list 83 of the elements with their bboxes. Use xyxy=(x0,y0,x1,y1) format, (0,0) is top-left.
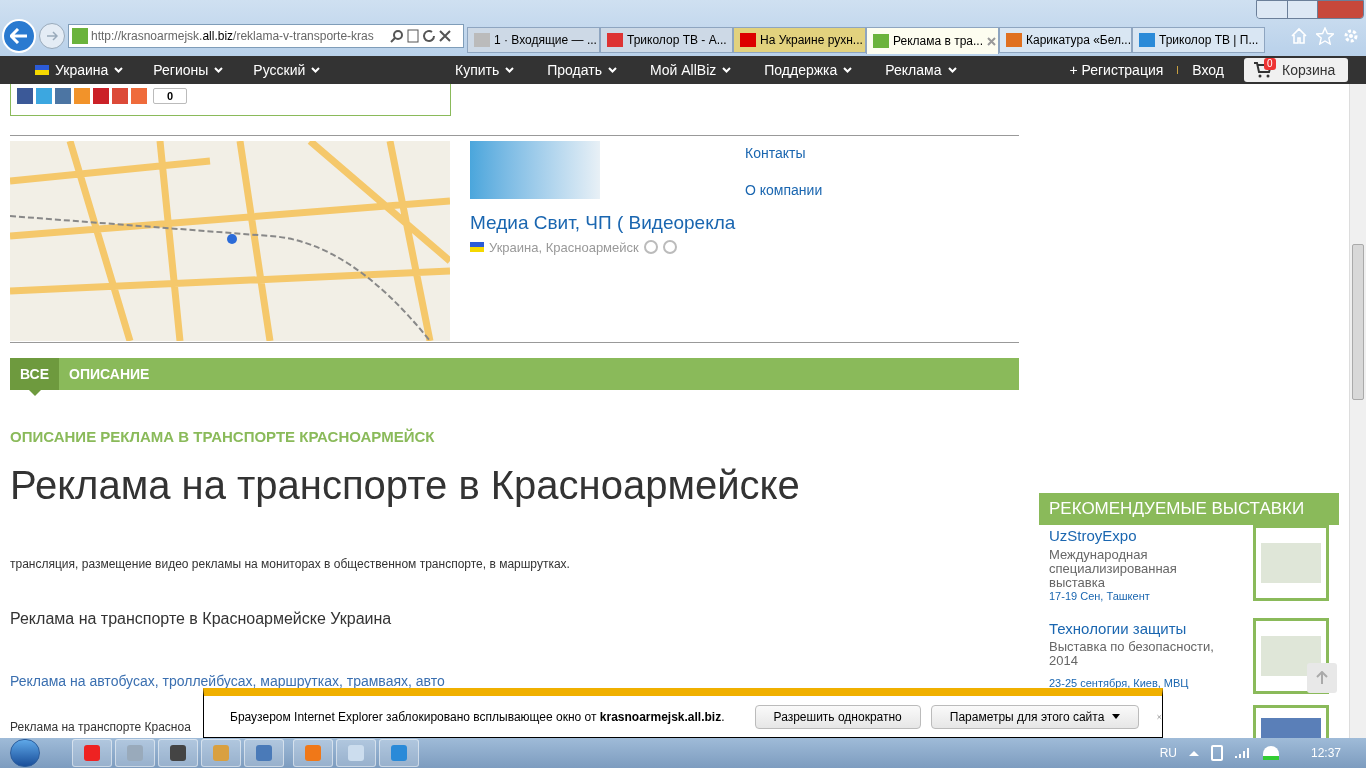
exhibitions-header: РЕКОМЕНДУЕМЫЕ ВЫСТАВКИ xyxy=(1039,493,1339,525)
star-icon[interactable] xyxy=(1316,27,1334,45)
scroll-top-button[interactable] xyxy=(1307,663,1337,693)
popup-blocked-message: Браузером Internet Explorer заблокировано всплывающее окно от krasnoarmejsk.all.biz. xyxy=(230,708,725,726)
caret-icon xyxy=(947,67,957,73)
signal-icon[interactable] xyxy=(1234,747,1251,759)
share-count: 0 xyxy=(153,88,187,104)
intro-text: трансляция, размещение видео рекламы на мониторах в общественном транспорте, в маршрутках. xyxy=(10,555,571,573)
paragraph-text: Реклама на транспорте Красноа xyxy=(10,718,191,736)
taskbar-app-button[interactable] xyxy=(158,739,198,767)
transport-link[interactable]: Реклама на автобусах, троллейбусах, маршрутках, трамваях, авто xyxy=(10,670,1019,692)
arrow-up-icon xyxy=(1316,671,1328,685)
exhibition-description: Международная специализированная выставка xyxy=(1049,547,1178,590)
company-link[interactable]: О компании xyxy=(745,180,823,201)
company-location: Украина, Красноармейск xyxy=(489,238,639,257)
refresh-icon[interactable] xyxy=(422,29,436,43)
url-text: http://krasnoarmejsk.all.biz/reklama-v-transporte-kras xyxy=(91,28,375,45)
tab-favicon-icon xyxy=(607,33,623,47)
tab-favicon-icon xyxy=(873,34,889,48)
subheading: Реклама на транспорте в Красноармейске Украина xyxy=(10,608,393,629)
company-link[interactable]: Контакты xyxy=(745,143,823,164)
tab-favicon-icon xyxy=(474,33,490,47)
nav-dropdown[interactable]: Русский xyxy=(253,59,321,81)
exhibition-thumbnail[interactable] xyxy=(1253,525,1329,601)
browser-tab[interactable]: Карикатура «Бел... xyxy=(999,27,1132,53)
window-controls[interactable] xyxy=(1256,0,1364,19)
back-button[interactable] xyxy=(2,19,36,53)
caret-icon xyxy=(843,67,853,73)
search-icon xyxy=(390,29,404,43)
section-heading: ОПИСАНИЕ РЕКЛАМА В ТРАНСПОРТЕ КРАСНОАРМЕЙСК xyxy=(10,427,436,447)
caret-icon[interactable] xyxy=(1188,750,1199,756)
photo-placeholder xyxy=(1261,635,1321,676)
nav-menu-item[interactable]: Мой AllBiz xyxy=(649,59,732,81)
close-icon[interactable] xyxy=(439,30,451,42)
caret-icon xyxy=(311,67,321,73)
exhibition-date[interactable]: 23-25 сентября, Киев, МВЦ xyxy=(1049,676,1223,689)
cart-button[interactable]: 0 Корзина xyxy=(1244,58,1348,82)
caret-icon xyxy=(722,67,732,73)
start-button[interactable] xyxy=(10,739,40,767)
nav-dropdown[interactable]: Украина xyxy=(35,59,124,81)
photo-placeholder xyxy=(1261,543,1321,583)
tab-favicon-icon xyxy=(1139,33,1155,47)
browser-tab[interactable]: Триколор ТВ - А... xyxy=(600,27,733,53)
arrow-left-icon xyxy=(10,28,28,44)
nav-menu-item[interactable]: Купить xyxy=(455,59,515,81)
caret-icon xyxy=(1112,714,1121,719)
popup-button[interactable]: Разрешить однократно xyxy=(754,704,921,729)
tab-favicon-icon xyxy=(1006,33,1022,47)
home-icon[interactable] xyxy=(1290,27,1308,45)
popup-button[interactable]: Параметры для этого сайта xyxy=(930,704,1140,729)
forward-button[interactable] xyxy=(39,23,65,49)
arrow-right-icon xyxy=(46,31,58,41)
login-link[interactable]: Вход xyxy=(1192,59,1224,81)
caret-icon xyxy=(114,67,124,73)
browser-tab[interactable]: На Украине рухн... xyxy=(733,27,866,53)
company-name[interactable]: Медиа Свит, ЧП ( Видеорекла xyxy=(470,209,745,238)
register-link[interactable]: + Регистрация xyxy=(1069,59,1164,81)
tab-pointer xyxy=(28,390,41,396)
exhibition-date[interactable]: 17-19 Сен, Ташкент xyxy=(1049,589,1223,602)
browser-tab[interactable]: 1 · Входящие — ... xyxy=(467,27,600,53)
page-title: Реклама на транспорте в Красноармейске xyxy=(10,461,801,509)
caret-icon xyxy=(607,67,617,73)
ukraine-flag-icon xyxy=(470,242,484,253)
exhibition-description: Выставка по безопасности, 2014 xyxy=(1049,640,1215,668)
browser-tab[interactable]: Реклама в тра... xyxy=(866,27,999,54)
nav-menu-item[interactable]: Поддержка xyxy=(764,59,853,81)
site-icon xyxy=(72,28,88,44)
tab-favicon-icon xyxy=(740,33,756,47)
nav-menu-item[interactable]: Реклама xyxy=(885,59,957,81)
ukraine-flag-icon xyxy=(35,65,49,75)
scrollbar[interactable] xyxy=(1349,84,1366,738)
address-bar[interactable]: http://krasnoarmejsk.all.biz/reklama-v-transporte-kras xyxy=(68,24,464,48)
caret-icon xyxy=(505,67,515,73)
taskbar-app-button[interactable] xyxy=(244,739,284,767)
nav-menu-item[interactable]: Продать xyxy=(547,59,617,81)
browser-tab[interactable]: Триколор ТВ | П... xyxy=(1132,27,1265,53)
exhibition-title[interactable]: UzStroyExpo xyxy=(1049,525,1223,548)
cart-count-badge: 0 xyxy=(1264,58,1276,70)
settings-icon[interactable] xyxy=(1342,27,1360,45)
nav-dropdown[interactable]: Регионы xyxy=(153,59,224,81)
maximize-button[interactable] xyxy=(1286,1,1317,18)
caret-icon xyxy=(214,67,224,73)
exhibition-title[interactable]: Технологии защиты xyxy=(1049,617,1223,640)
